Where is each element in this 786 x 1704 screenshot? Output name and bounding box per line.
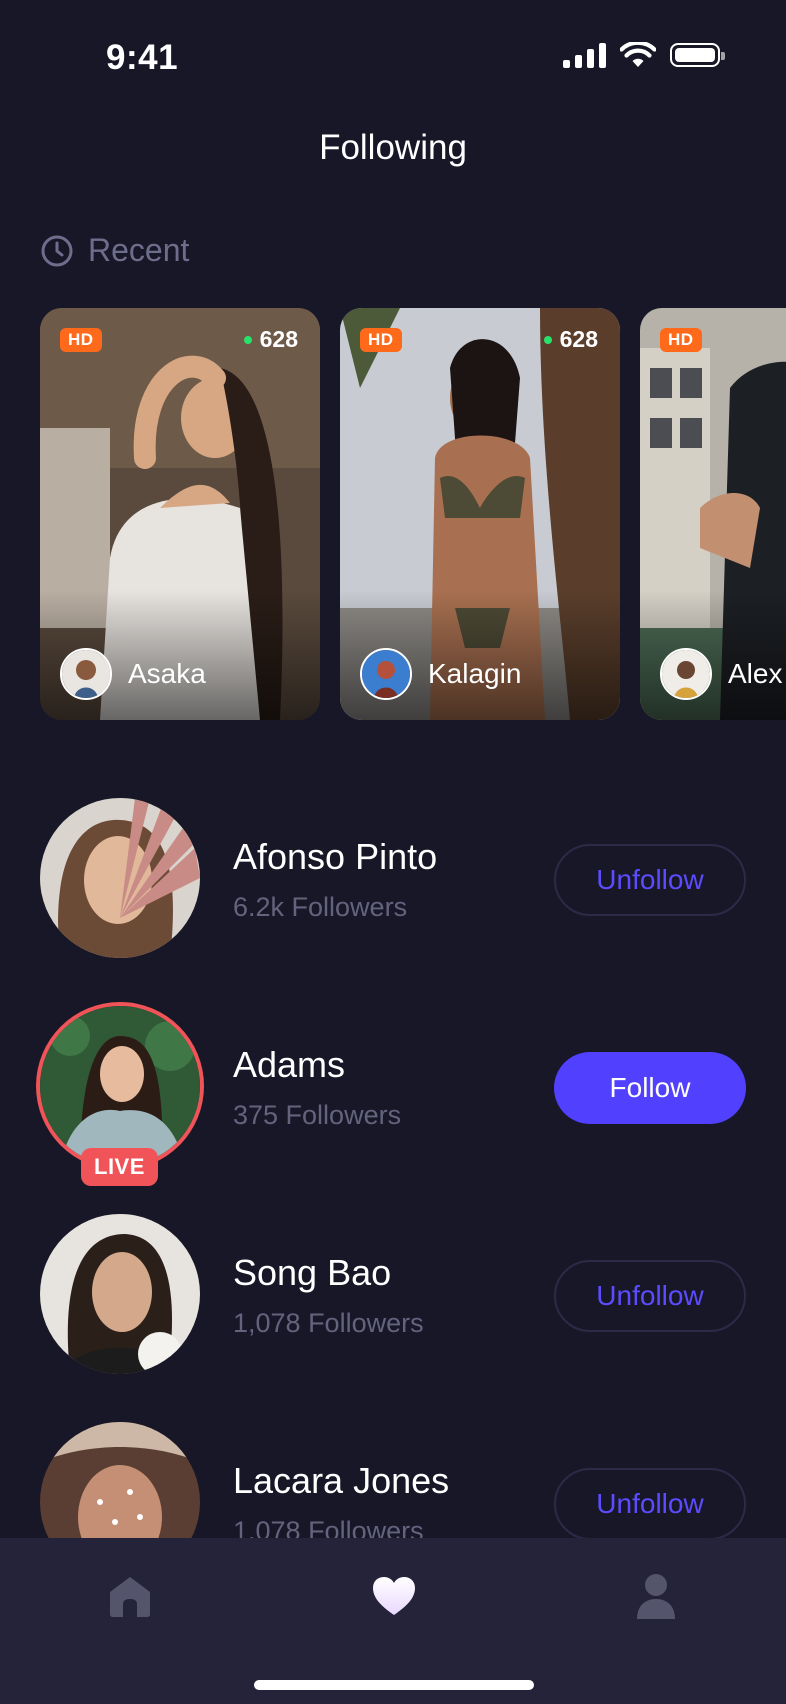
hd-badge: HD	[60, 328, 102, 352]
hd-badge: HD	[660, 328, 702, 352]
list-item[interactable]: LIVE Adams 375 Followers Follow	[0, 1006, 786, 1186]
viewer-count-value: 628	[259, 326, 298, 352]
card-user: Kalagin	[360, 648, 521, 700]
page-title: Following	[319, 128, 467, 167]
hd-badge: HD	[360, 328, 402, 352]
status-bar: 9:41	[0, 0, 786, 116]
list-item[interactable]: Song Bao 1,078 Followers Unfollow	[0, 1214, 786, 1376]
avatar	[660, 648, 712, 700]
follower-count: 6.2k Followers	[233, 892, 408, 922]
tab-profile[interactable]	[626, 1566, 686, 1626]
live-dot-icon	[543, 335, 552, 344]
avatar[interactable]	[40, 798, 200, 958]
streamer-name: Kalagin	[428, 658, 522, 689]
user-name: Lacara Jones	[233, 1460, 450, 1501]
user-name: Adams	[233, 1044, 346, 1085]
list-item[interactable]: Afonso Pinto 6.2k Followers Unfollow	[0, 798, 786, 960]
home-icon	[110, 1577, 150, 1617]
viewer-count: 628	[543, 326, 598, 353]
battery-icon	[670, 43, 725, 67]
recent-carousel[interactable]: HD 628 Asaka HD 628 Kalagin HD Alex	[40, 308, 786, 720]
viewer-count: 628	[243, 326, 298, 353]
live-badge: LIVE	[81, 1148, 158, 1186]
tab-home[interactable]	[100, 1566, 160, 1626]
avatar[interactable]	[40, 1006, 200, 1166]
recent-card[interactable]: HD 628 Asaka	[40, 308, 320, 720]
cellular-signal-icon	[563, 42, 606, 68]
follow-button[interactable]: Follow	[554, 1052, 746, 1124]
profile-icon	[637, 1574, 675, 1619]
streamer-name: Asaka	[128, 658, 206, 689]
clock-icon	[41, 235, 73, 266]
unfollow-button[interactable]: Unfollow	[554, 1260, 746, 1332]
streamer-name: Alex	[728, 658, 783, 689]
avatar[interactable]	[40, 1214, 200, 1374]
recent-header: Recent	[40, 232, 189, 269]
card-user: Asaka	[60, 648, 206, 700]
status-icons	[563, 42, 725, 68]
heart-icon	[373, 1577, 415, 1615]
wifi-icon	[620, 42, 656, 67]
viewer-count-value: 628	[559, 326, 598, 352]
avatar	[60, 648, 112, 700]
unfollow-button[interactable]: Unfollow	[554, 844, 746, 916]
user-name: Afonso Pinto	[233, 836, 438, 877]
card-user: Alex	[660, 648, 782, 700]
avatar	[360, 648, 412, 700]
follower-count: 1,078 Followers	[233, 1308, 424, 1338]
tab-favorites[interactable]	[364, 1566, 424, 1626]
status-time: 9:41	[106, 38, 179, 77]
follower-count: 375 Followers	[233, 1100, 402, 1130]
home-indicator	[254, 1680, 534, 1690]
recent-card[interactable]: HD Alex	[640, 308, 786, 720]
recent-title: Recent	[88, 232, 190, 268]
recent-card[interactable]: HD 628 Kalagin	[340, 308, 620, 720]
user-name: Song Bao	[233, 1252, 392, 1293]
unfollow-button[interactable]: Unfollow	[554, 1468, 746, 1540]
live-dot-icon	[243, 335, 252, 344]
